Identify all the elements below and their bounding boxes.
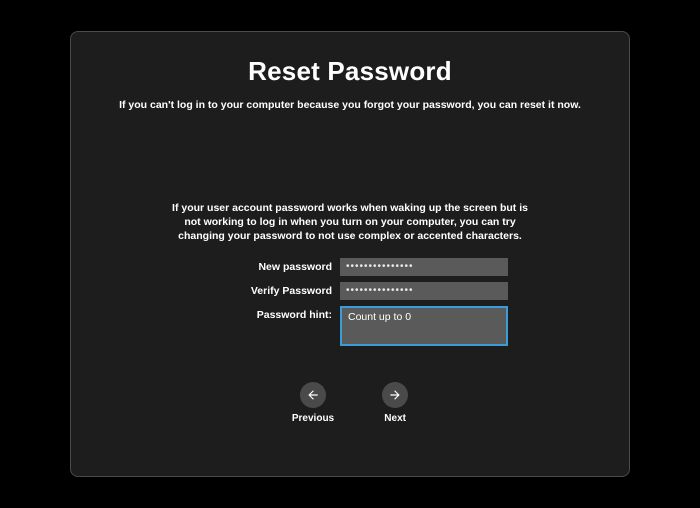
previous-label: Previous	[292, 413, 334, 424]
nav-buttons: Previous Next	[292, 382, 408, 424]
new-password-row: New password	[192, 258, 508, 276]
page-subtitle: If you can't log in to your computer bec…	[119, 99, 581, 111]
password-hint-input[interactable]	[340, 306, 508, 346]
verify-password-input[interactable]	[340, 282, 508, 300]
next-label: Next	[384, 413, 406, 424]
password-form: New password Verify Password Password hi…	[192, 258, 508, 346]
previous-button[interactable]: Previous	[292, 382, 334, 424]
page-title: Reset Password	[248, 56, 452, 87]
verify-password-label: Verify Password	[192, 282, 332, 297]
new-password-label: New password	[192, 258, 332, 273]
next-button[interactable]: Next	[382, 382, 408, 424]
password-hint-label: Password hint:	[192, 306, 332, 321]
arrow-right-icon	[382, 382, 408, 408]
help-text: If your user account password works when…	[165, 201, 535, 244]
arrow-left-icon	[300, 382, 326, 408]
password-hint-row: Password hint:	[192, 306, 508, 346]
new-password-input[interactable]	[340, 258, 508, 276]
reset-password-panel: Reset Password If you can't log in to yo…	[70, 31, 630, 477]
verify-password-row: Verify Password	[192, 282, 508, 300]
